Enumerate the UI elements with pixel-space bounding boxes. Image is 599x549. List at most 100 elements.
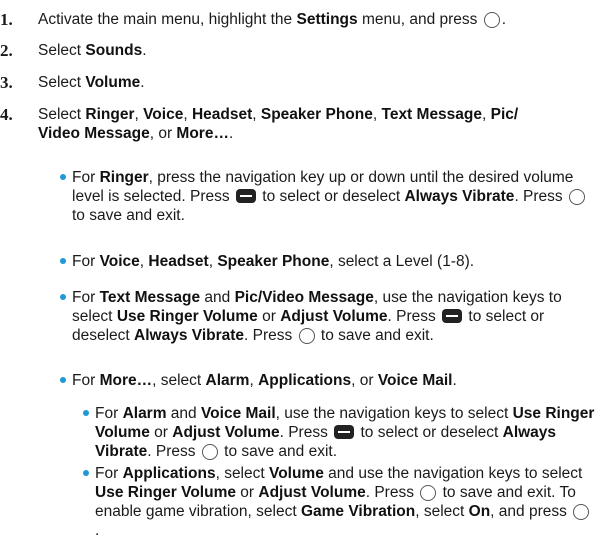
text-run: to save and exit. [219, 443, 338, 460]
text-run: . [95, 522, 100, 539]
key-term: Voice Mail [200, 405, 276, 422]
key-term: Volume [269, 465, 324, 482]
text-run: For [95, 465, 123, 482]
text-run: , [134, 106, 144, 123]
key-term: Alarm [205, 372, 250, 389]
subbullet-alarm-voicemail: For Alarm and Voice Mail, use the naviga… [95, 404, 595, 461]
ok-key-circle-icon [298, 328, 315, 344]
text-run: , select [152, 372, 206, 389]
ok-key-circle-icon [483, 12, 500, 28]
key-term: On [468, 503, 491, 520]
key-term: Speaker Phone [217, 253, 330, 270]
step-text: Select Sounds. [38, 41, 593, 60]
text-run: , and press [490, 503, 572, 520]
text-run: . Press [365, 484, 419, 501]
text-run: Select [38, 42, 86, 59]
key-term: Adjust Volume [172, 424, 280, 441]
key-term: Headset [191, 106, 253, 123]
key-term: Applications [122, 465, 216, 482]
key-term: Use Ringer Volume [95, 484, 236, 501]
text-run: or [235, 484, 259, 501]
bullet-text-message: For Text Message and Pic/Video Message, … [72, 288, 595, 345]
menu-softkey-icon [442, 309, 463, 323]
text-run: Select [38, 106, 86, 123]
text-run: to select or deselect [257, 188, 405, 205]
text-run: . Press [147, 443, 200, 460]
bullet-icon [83, 470, 89, 476]
key-term: Video Message [38, 125, 150, 142]
text-run: menu, and press [357, 11, 482, 28]
key-term: Adjust Volume [258, 484, 366, 501]
step-number: 1. [0, 10, 13, 29]
step-text: Select Volume. [38, 73, 593, 92]
key-term: Sounds [85, 42, 143, 59]
text-run: For [72, 169, 100, 186]
key-term: Always Vibrate [404, 188, 515, 205]
key-term: Alarm [122, 405, 167, 422]
key-term: Volume [85, 74, 141, 91]
text-run: , or [149, 125, 177, 142]
text-run: . [142, 42, 147, 59]
bullet-ringer: For Ringer, press the navigation key up … [72, 168, 595, 225]
key-term: Ringer [99, 169, 149, 186]
text-run: , select [215, 465, 269, 482]
text-run: Select [38, 74, 86, 91]
key-term: Voice [99, 253, 140, 270]
ok-key-circle-icon [420, 485, 437, 501]
text-run: to save and exit. [316, 327, 434, 344]
ok-key-circle-icon [568, 189, 585, 205]
subbullet-applications: For Applications, select Volume and use … [95, 464, 595, 540]
ok-key-circle-icon [573, 504, 590, 520]
step-number: 2. [0, 41, 13, 60]
key-term: Adjust Volume [280, 308, 388, 325]
key-term: More… [176, 125, 229, 142]
text-run: . Press [244, 327, 297, 344]
text-run: , [372, 106, 382, 123]
step-number: 3. [0, 73, 13, 92]
bullet-icon [60, 174, 66, 180]
text-run: , [183, 106, 192, 123]
key-term: Always Vibrate [134, 327, 245, 344]
text-run: For [95, 405, 123, 422]
key-term: Settings [296, 11, 358, 28]
instructions-page: 1. Activate the main menu, highlight the… [0, 0, 599, 549]
bullet-icon [83, 410, 89, 416]
bullet-icon [60, 377, 66, 383]
text-run: , or [351, 372, 378, 389]
key-term: Headset [148, 253, 209, 270]
bullet-more: For More…, select Alarm, Applications, o… [72, 371, 595, 390]
text-run: , use the navigation keys to select [275, 405, 513, 422]
text-run: Activate the main menu, highlight the [38, 11, 297, 28]
key-term: Applications [258, 372, 352, 389]
ok-key-circle-icon [201, 444, 218, 460]
step-text: Select Ringer, Voice, Headset, Speaker P… [38, 105, 593, 143]
text-run: For [72, 372, 100, 389]
key-term: Pic/ [490, 106, 519, 123]
key-term: Ringer [85, 106, 135, 123]
text-run: For [72, 253, 100, 270]
key-term: Use Ringer Volume [116, 308, 258, 325]
text-run: , [482, 106, 491, 123]
key-term: Speaker Phone [260, 106, 373, 123]
text-run: to save and exit. [72, 207, 185, 224]
key-term: Voice [143, 106, 184, 123]
text-run: , select a Level (1-8). [329, 253, 475, 270]
key-term: Text Message [381, 106, 483, 123]
bullet-icon [60, 294, 66, 300]
key-term: Game Vibration [300, 503, 416, 520]
text-run: . [501, 11, 507, 28]
bullet-icon [60, 258, 66, 264]
text-run: and [200, 289, 235, 306]
text-run: . Press [514, 188, 567, 205]
text-run: For [72, 289, 100, 306]
text-run: to select or deselect [356, 424, 503, 441]
key-term: Pic/Video Message [234, 289, 374, 306]
text-run: or [149, 424, 173, 441]
key-term: Voice Mail [377, 372, 453, 389]
text-run: . [228, 125, 234, 142]
text-run: , [249, 372, 259, 389]
text-run: or [257, 308, 281, 325]
text-run: , select [415, 503, 469, 520]
key-term: Text Message [99, 289, 201, 306]
key-term: More… [99, 372, 153, 389]
